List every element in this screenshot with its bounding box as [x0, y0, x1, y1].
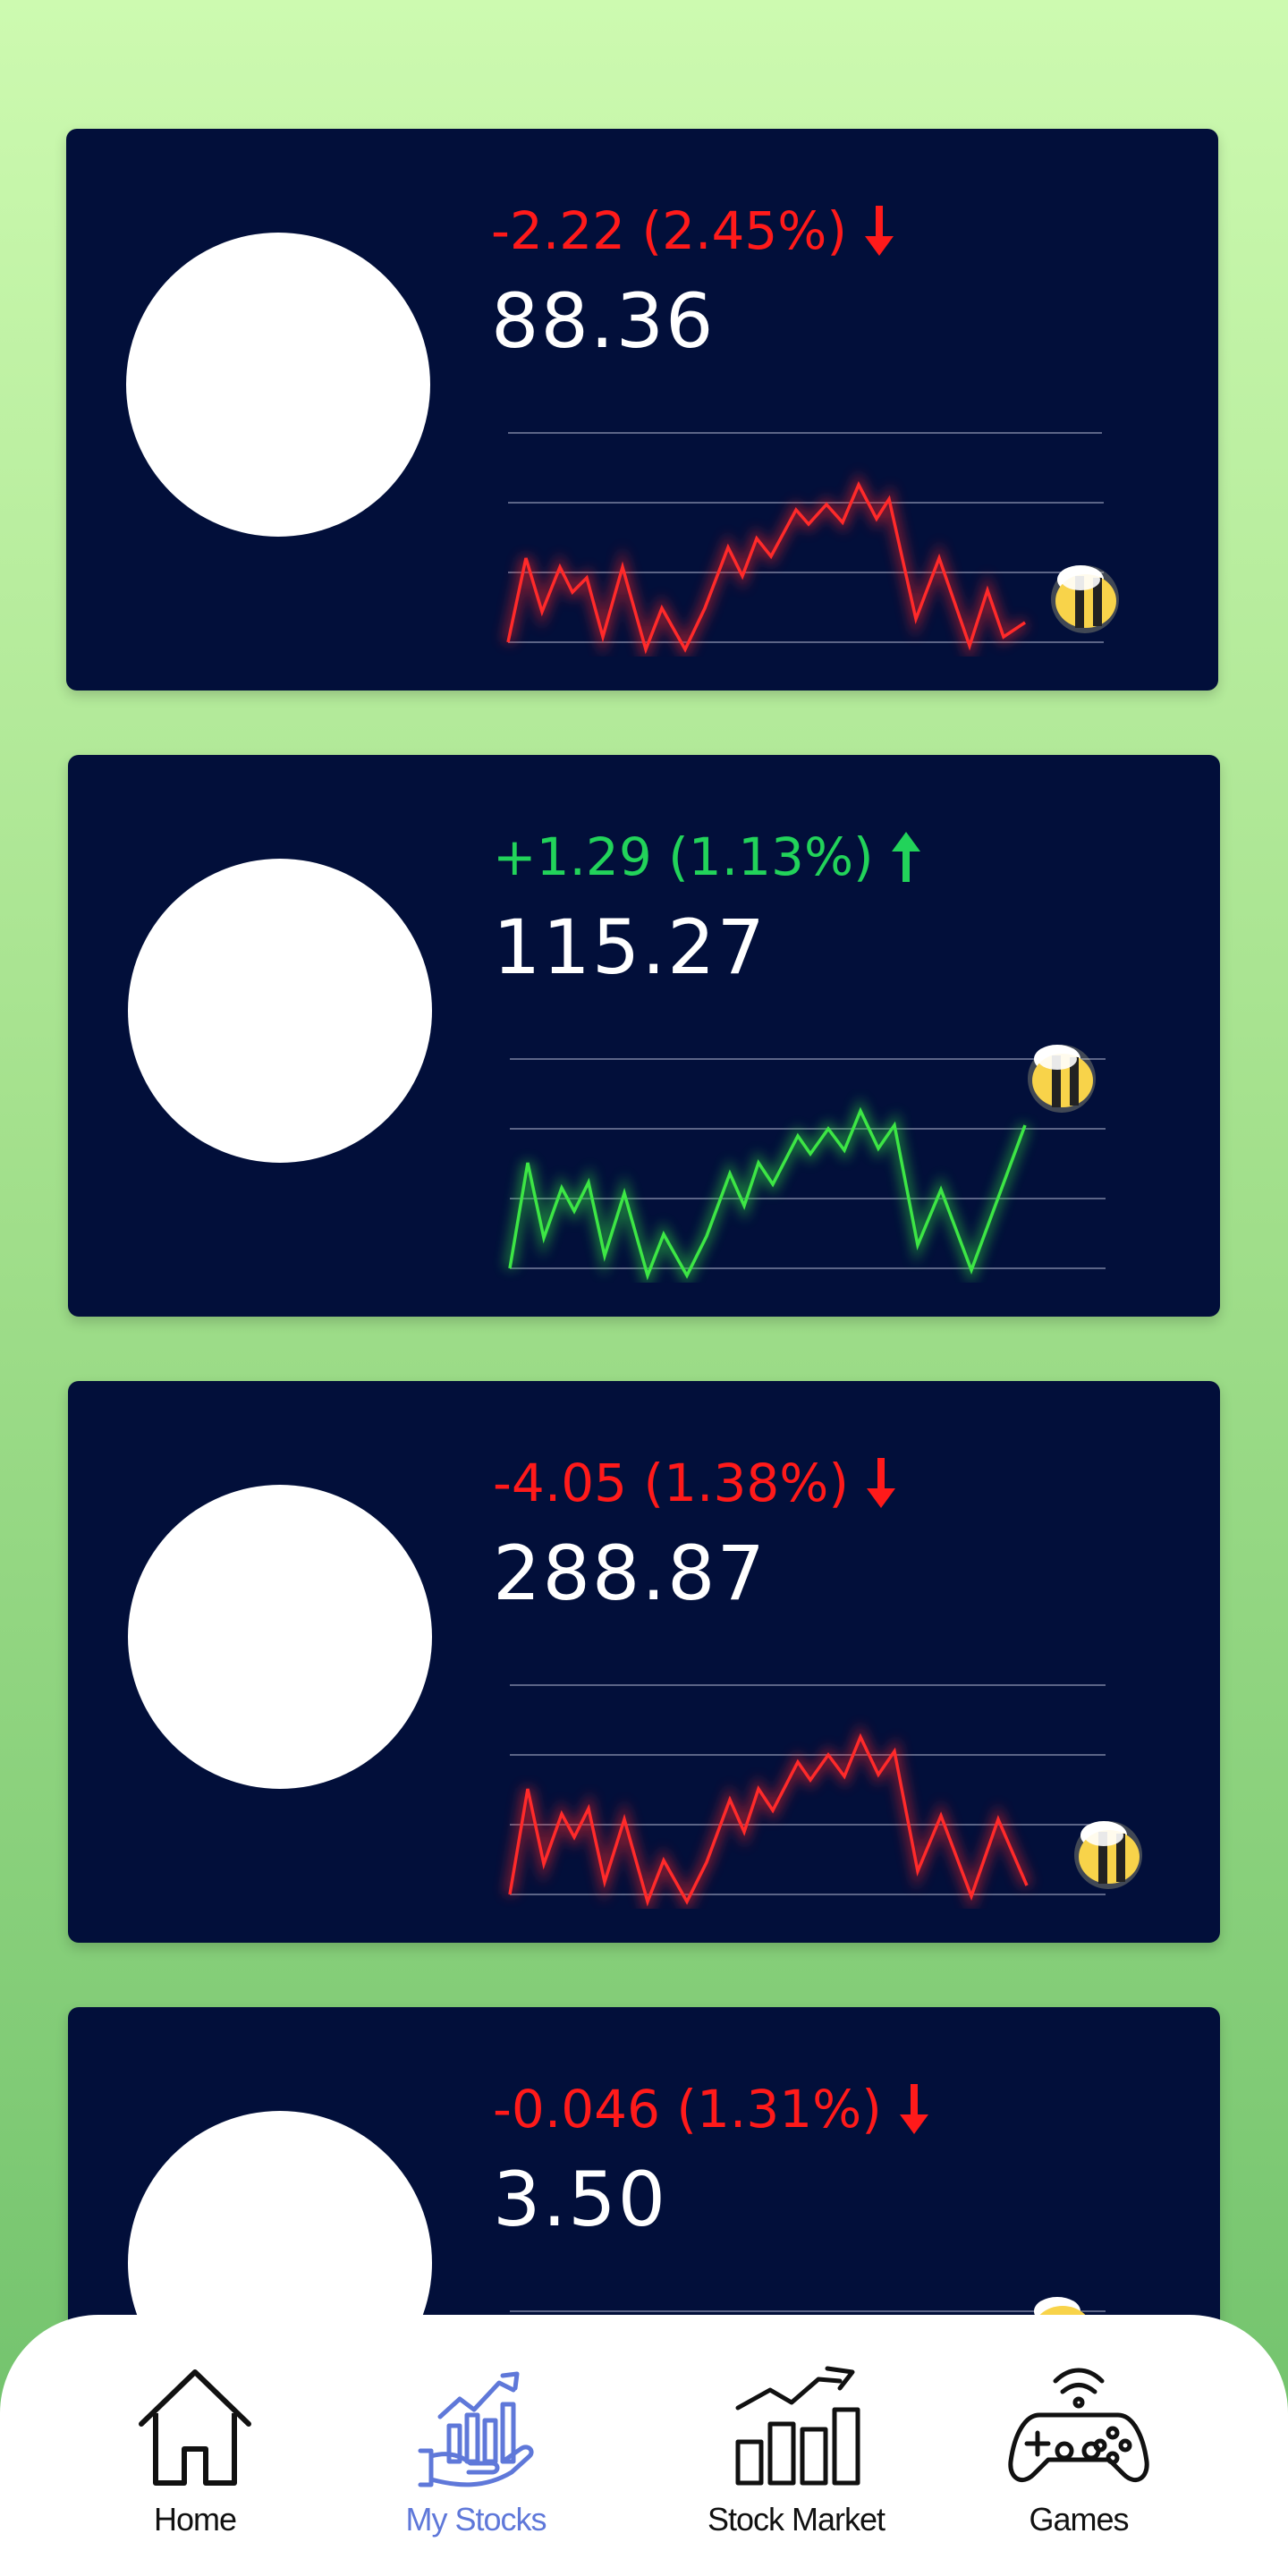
arrow-down-icon [899, 2084, 928, 2134]
arrow-down-icon [865, 206, 894, 256]
price-change: -4.05 (1.38%) [493, 1445, 897, 1521]
stock-price: 88.36 [491, 277, 716, 365]
sparkline-chart [503, 432, 1104, 657]
bar-chart-trend-icon [735, 2366, 860, 2486]
price-change-text: +1.29 (1.13%) [493, 826, 874, 887]
nav-my-stocks[interactable]: My Stocks [342, 2363, 610, 2538]
arrow-up-icon [891, 832, 920, 882]
company-logo [128, 859, 432, 1163]
price-change: -2.22 (2.45%) [491, 193, 895, 268]
stock-price: 288.87 [493, 1530, 767, 1617]
company-logo [126, 233, 430, 537]
sparkline-chart [504, 1684, 1106, 1909]
price-change: -0.046 (1.31%) [493, 2072, 930, 2147]
game-controller-icon [1008, 2368, 1149, 2482]
company-logo [128, 1485, 432, 1789]
nav-stock-market[interactable]: Stock Market [662, 2363, 930, 2538]
nav-home-label: Home [153, 2501, 237, 2538]
bottom-nav: Home My Stocks Stock Market Games [0, 2315, 1288, 2576]
stock-card[interactable]: +1.29 (1.13%) 115.27 [68, 755, 1220, 1317]
bee-icon [1051, 565, 1119, 633]
price-change-text: -4.05 (1.38%) [493, 1453, 850, 1513]
bee-icon [1028, 1045, 1096, 1113]
stock-card[interactable]: -2.22 (2.45%) 88.36 [66, 129, 1218, 691]
home-icon [139, 2369, 251, 2486]
arrow-down-icon [867, 1458, 896, 1508]
nav-games-label: Games [1029, 2501, 1129, 2538]
stocks-in-hand-icon [418, 2371, 534, 2487]
price-change-text: -2.22 (2.45%) [491, 200, 848, 261]
stock-price: 115.27 [493, 903, 767, 991]
bee-icon [1074, 1821, 1142, 1889]
nav-stock-market-label: Stock Market [707, 2501, 886, 2538]
price-change-text: -0.046 (1.31%) [493, 2079, 882, 2140]
stock-card[interactable]: -4.05 (1.38%) 288.87 [68, 1381, 1220, 1943]
stock-price: 3.50 [493, 2156, 668, 2243]
price-change: +1.29 (1.13%) [493, 819, 922, 894]
nav-games[interactable]: Games [945, 2363, 1213, 2538]
nav-home[interactable]: Home [61, 2363, 329, 2538]
nav-my-stocks-label: My Stocks [405, 2501, 547, 2538]
